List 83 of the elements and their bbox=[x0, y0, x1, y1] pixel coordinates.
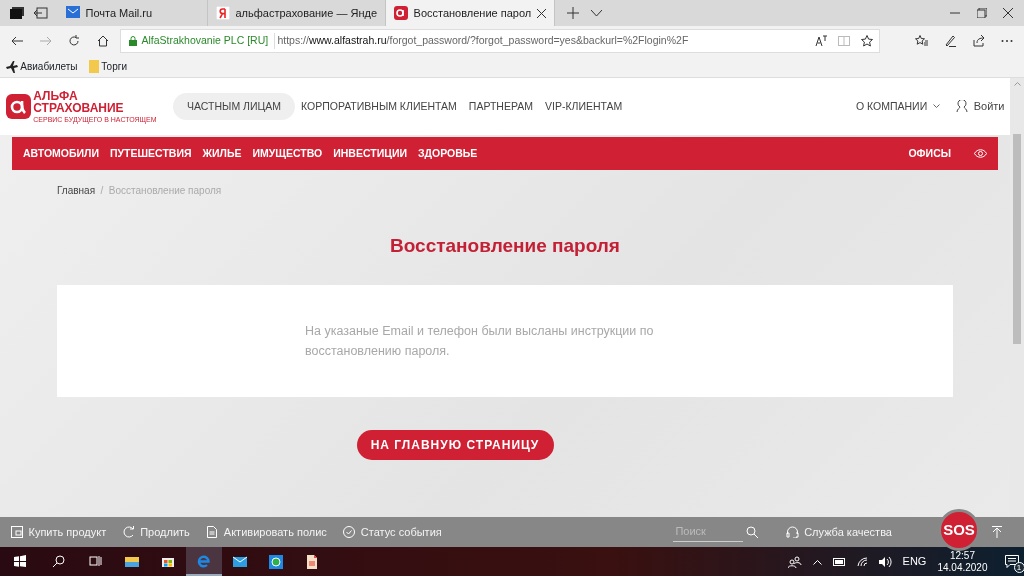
toolbar-link[interactable]: Продлить bbox=[140, 523, 190, 541]
address-bar[interactable]: AlfaStrakhovanie PLC [RU] https://www.alfastrah.ru/forgot_password/?forgot_password=yes&backurl=%2Flogin%2F bbox=[119, 29, 880, 53]
favicon-icon bbox=[216, 6, 230, 20]
breadcrumb-link[interactable]: Главная bbox=[57, 183, 96, 198]
refresh-icon[interactable] bbox=[68, 35, 80, 47]
browser-tab[interactable]: Восстановление парол bbox=[386, 0, 555, 26]
logo-text[interactable]: СТРАХОВАНИЕ bbox=[33, 102, 157, 114]
toolbar-link[interactable]: Статус события bbox=[360, 523, 442, 541]
nav-link[interactable]: ОФИСЫ bbox=[908, 145, 951, 162]
check-circle-icon bbox=[343, 526, 356, 538]
headset-icon bbox=[785, 526, 799, 538]
logo-icon bbox=[5, 94, 31, 119]
new-tab-icon[interactable] bbox=[566, 7, 579, 19]
message-text: На указаные Email и телефон были высланы инструкции по восстановлению пароля. bbox=[305, 322, 655, 360]
chevron-down-icon[interactable] bbox=[932, 104, 940, 109]
scroll-thumb[interactable] bbox=[1013, 134, 1021, 344]
bookmark-link[interactable]: Авиабилеты bbox=[20, 59, 78, 74]
scroll-to-top-icon[interactable] bbox=[992, 526, 1002, 538]
star-icon[interactable] bbox=[861, 35, 873, 47]
folder-icon bbox=[88, 60, 99, 73]
back-arrow-icon[interactable] bbox=[11, 36, 23, 46]
document-icon bbox=[305, 554, 319, 569]
clock-date: 14.04.2020 bbox=[937, 561, 988, 573]
clock-time: 12:57 bbox=[949, 550, 975, 562]
nav-link[interactable]: ПАРТНЕРАМ bbox=[462, 92, 539, 121]
logo-icon bbox=[394, 6, 409, 20]
toolbar-link[interactable]: Активировать полис bbox=[223, 523, 327, 541]
nav-link[interactable]: КОРПОРАТИВНЫМ КЛИЕНТАМ bbox=[295, 92, 463, 121]
tab-list-icon[interactable] bbox=[10, 7, 24, 19]
task-view-icon[interactable] bbox=[89, 554, 103, 569]
notification-count: 1 bbox=[1013, 562, 1024, 573]
page-title: Восстановление пароля bbox=[389, 234, 621, 258]
company-menu[interactable]: О КОМПАНИИ bbox=[855, 98, 928, 115]
lock-icon bbox=[128, 36, 137, 46]
more-icon[interactable] bbox=[1001, 39, 1013, 43]
nav-link[interactable]: ИМУЩЕСТВО bbox=[252, 145, 323, 162]
folder-icon bbox=[125, 554, 139, 569]
nav-link[interactable]: VIP-КЛИЕНТАМ bbox=[539, 92, 629, 121]
share-icon[interactable] bbox=[972, 35, 985, 47]
people-icon[interactable] bbox=[787, 555, 802, 568]
user-icon[interactable] bbox=[956, 100, 969, 113]
renew-arrow-icon bbox=[122, 526, 135, 538]
battery-icon[interactable] bbox=[832, 557, 846, 566]
breadcrumb-separator: / bbox=[100, 184, 104, 198]
restore-icon[interactable] bbox=[976, 8, 987, 18]
chevron-up-icon[interactable] bbox=[812, 558, 822, 565]
url-text: https://www.alfastrah.ru/forgot_password/?forgot_password=yes&backurl=%2Flogin%2F bbox=[277, 33, 689, 49]
breadcrumb-current: Восстановление пароля bbox=[108, 184, 222, 198]
login-link[interactable]: Войти bbox=[973, 98, 1005, 115]
airplane-icon bbox=[5, 60, 18, 73]
close-icon[interactable] bbox=[1003, 8, 1013, 18]
browser-e-icon bbox=[197, 553, 211, 568]
wifi-icon[interactable] bbox=[856, 556, 868, 567]
read-aloud-icon[interactable] bbox=[815, 35, 827, 47]
forward-arrow-icon bbox=[39, 36, 52, 46]
home-icon[interactable] bbox=[96, 35, 109, 47]
nav-link[interactable]: ЧАСТНЫМ ЛИЦАМ bbox=[173, 92, 295, 121]
windows-icon[interactable] bbox=[14, 554, 28, 569]
quality-service-link[interactable]: Служба качества bbox=[804, 523, 892, 541]
toolbar-link[interactable]: Купить продукт bbox=[28, 523, 107, 541]
speaker-icon[interactable] bbox=[878, 556, 892, 567]
mail-icon bbox=[66, 6, 80, 20]
nav-link[interactable]: ЗДОРОВЬЕ bbox=[418, 145, 478, 162]
reading-view-icon bbox=[838, 35, 850, 47]
logo-text[interactable]: АЛЬФА bbox=[33, 90, 157, 102]
chat-icon bbox=[269, 554, 283, 569]
favorites-icon[interactable] bbox=[914, 35, 928, 47]
document-icon bbox=[206, 526, 219, 538]
chevron-down-icon[interactable] bbox=[590, 9, 602, 17]
eye-icon[interactable] bbox=[974, 149, 987, 158]
search-icon[interactable] bbox=[53, 554, 67, 569]
nav-link[interactable]: ЖИЛЬЕ bbox=[202, 145, 242, 162]
nav-link[interactable]: ПУТЕШЕСТВИЯ bbox=[110, 145, 192, 162]
envelope-icon bbox=[233, 554, 247, 569]
pen-icon[interactable] bbox=[944, 35, 956, 47]
language-indicator[interactable]: ENG bbox=[902, 553, 927, 570]
close-icon[interactable] bbox=[536, 8, 546, 18]
home-page-button[interactable]: НА ГЛАВНУЮ СТРАНИЦУ bbox=[356, 429, 554, 460]
set-aside-tabs-icon[interactable] bbox=[34, 7, 48, 19]
nav-link[interactable]: ИНВЕСТИЦИИ bbox=[333, 145, 407, 162]
bookmark-link[interactable]: Торги bbox=[101, 59, 127, 74]
nav-link[interactable]: АВТОМОБИЛИ bbox=[23, 145, 99, 162]
notification-icon[interactable] bbox=[1004, 555, 1019, 568]
